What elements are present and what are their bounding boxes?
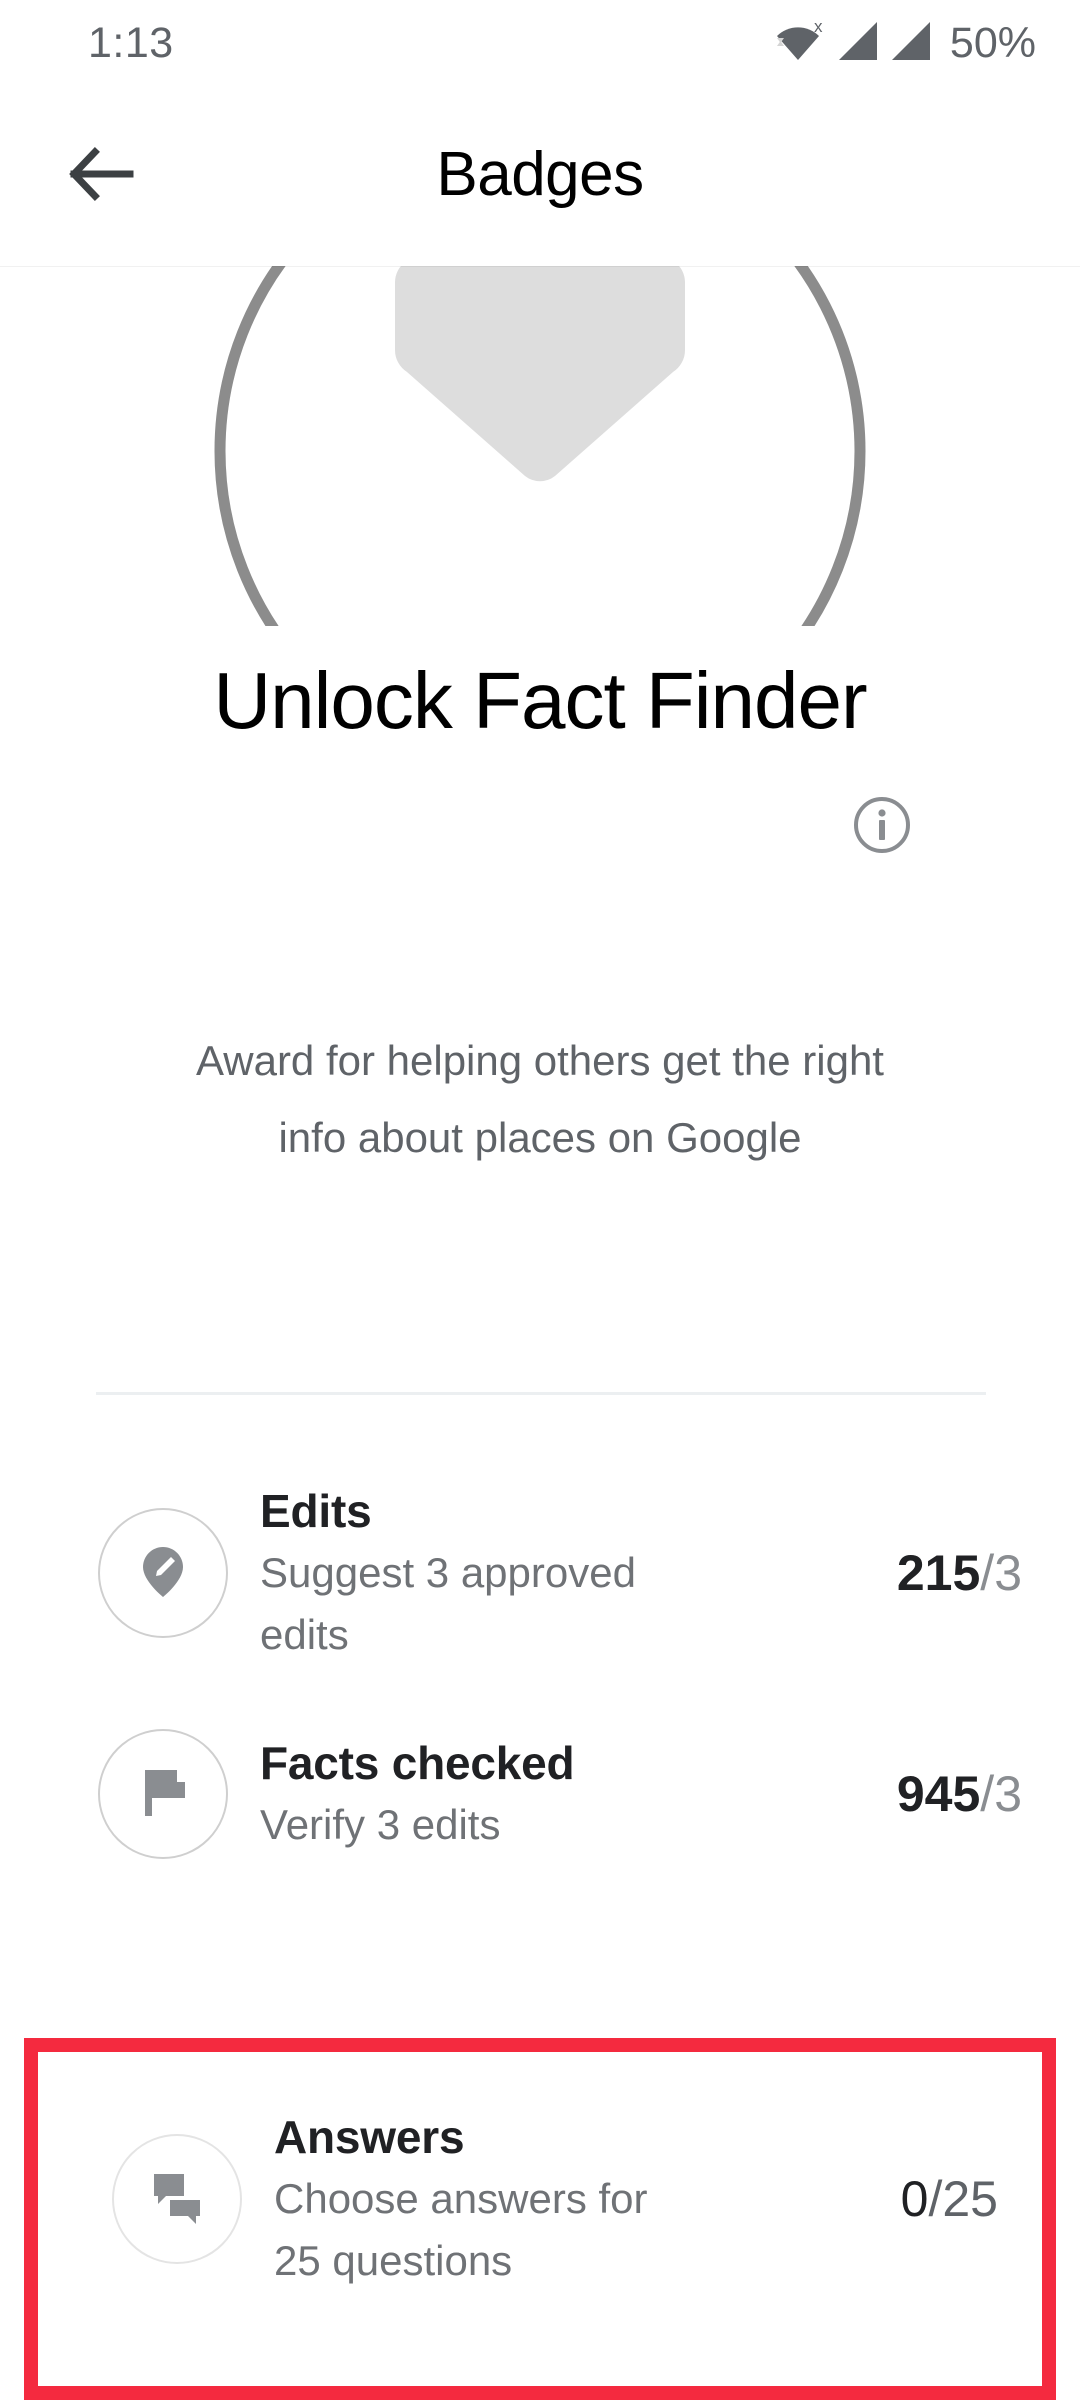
svg-text:x: x [814,18,823,36]
flag-icon [133,1762,193,1827]
task-icon-wrapper [112,2134,242,2264]
task-subtitle: Choose answers for 25 questions [274,2175,648,2284]
task-title: Edits [260,1485,372,1537]
app-bar: Badges [0,86,1080,266]
task-progress-current: 215 [896,1545,981,1601]
battery-percentage: 50% [949,18,1036,67]
section-divider [96,1392,986,1395]
locked-badge-icon [375,266,705,494]
task-progress: 945/3 [842,1769,1022,1819]
task-row-edits[interactable]: Edits Suggest 3 approved edits 215/3 [0,1480,1080,1666]
task-progress-current: 945 [896,1766,981,1822]
signal-bar-icon [835,19,879,68]
task-text: Facts checked Verify 3 edits [260,1732,842,1856]
chat-bubbles-icon [146,2166,208,2233]
highlight-box-answers: Answers Choose answers for 25 questions … [24,2038,1056,2400]
badge-title: Unlock Fact Finder [213,656,867,745]
badges-screen: 1:13 x 50% Badges Unlock Fact Finder Awa… [0,0,1080,2400]
status-icon-group: x 50% [774,17,1036,69]
badge-description: Award for helping others get the right i… [196,1037,884,1161]
badge-hero [0,266,1080,626]
task-progress: 215/3 [842,1548,1022,1598]
task-subtitle: Suggest 3 approved edits [260,1549,636,1658]
task-progress-target: /3 [980,1545,1022,1601]
badge-title-row: Unlock Fact Finder [0,652,1080,750]
task-row-facts-checked[interactable]: Facts checked Verify 3 edits 945/3 [0,1704,1080,1884]
task-icon-wrapper [98,1508,228,1638]
info-icon[interactable] [851,794,913,856]
page-title: Badges [436,140,644,209]
task-progress: 0/25 [818,2174,998,2224]
task-text: Answers Choose answers for 25 questions [274,2106,818,2292]
task-progress-current: 0 [900,2171,929,2227]
task-progress-target: /3 [980,1766,1022,1822]
task-title: Answers [274,2111,465,2163]
task-row-answers[interactable]: Answers Choose answers for 25 questions … [38,2094,1042,2304]
task-title: Facts checked [260,1737,575,1789]
map-pin-edit-icon [131,1539,195,1608]
signal-bar-icon [888,19,932,68]
status-bar: 1:13 x 50% [0,0,1080,86]
wifi-no-internet-icon: x [774,17,826,69]
task-list: Edits Suggest 3 approved edits 215/3 Fac… [0,1480,1080,1884]
task-icon-wrapper [98,1729,228,1859]
status-time: 1:13 [88,18,174,67]
task-text: Edits Suggest 3 approved edits [260,1480,842,1666]
task-progress-target: /25 [928,2171,998,2227]
task-subtitle: Verify 3 edits [260,1801,501,1848]
